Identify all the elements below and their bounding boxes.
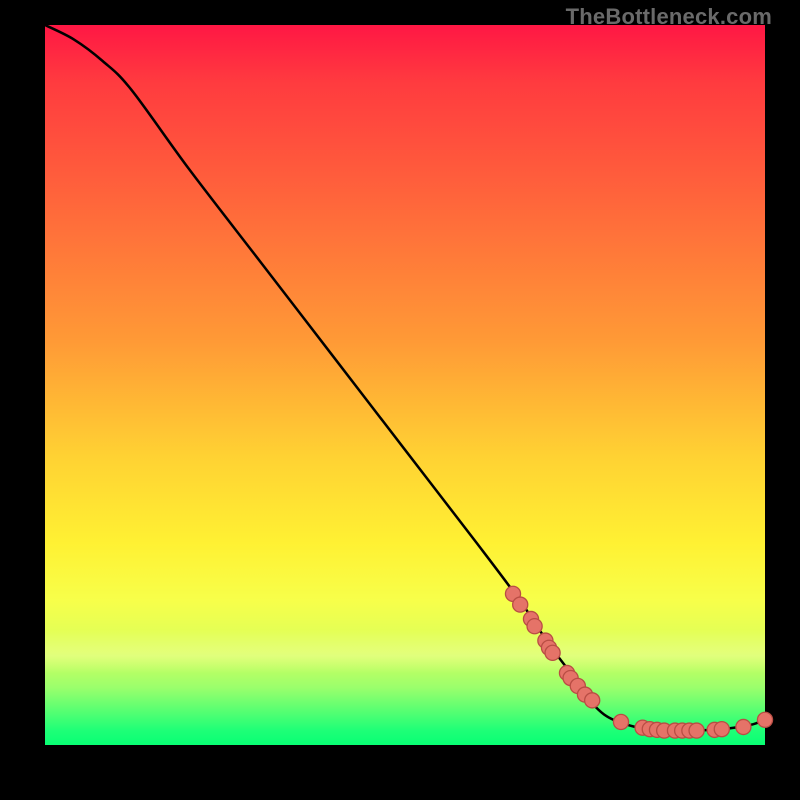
chart-frame: TheBottleneck.com [0, 0, 800, 800]
marker-point [545, 645, 560, 660]
plot-area [45, 25, 765, 745]
marker-point [689, 723, 704, 738]
marker-group [505, 586, 772, 738]
marker-point [527, 619, 542, 634]
marker-point [585, 693, 600, 708]
bottleneck-curve [45, 25, 765, 731]
marker-point [714, 722, 729, 737]
marker-point [513, 597, 528, 612]
curve-layer [45, 25, 765, 745]
marker-point [736, 719, 751, 734]
marker-point [613, 714, 628, 729]
marker-point [757, 712, 772, 727]
